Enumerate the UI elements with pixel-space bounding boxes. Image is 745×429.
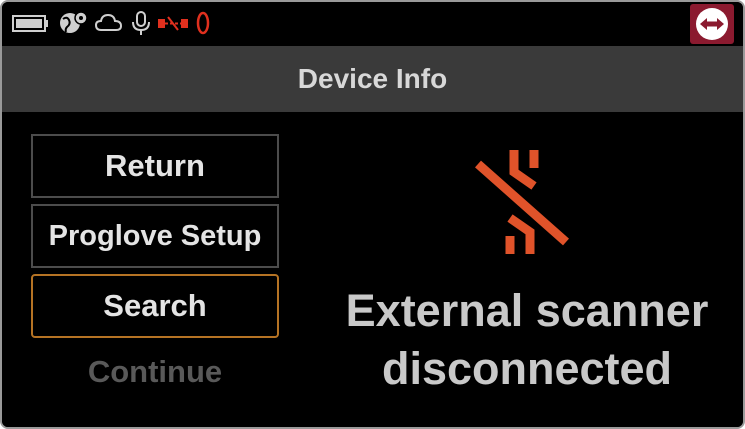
status-message: External scanner disconnected [292,282,743,398]
page-title: Device Info [297,63,448,94]
status-message-line2: disconnected [381,343,673,394]
proglove-setup-button[interactable]: Proglove Setup [31,204,279,268]
battery-icon [12,15,48,32]
search-button[interactable]: Search [31,274,279,338]
ring-icon [196,11,210,35]
main-content: Return Proglove Setup Search Continue Ex… [2,112,743,427]
continue-button[interactable]: Continue [31,354,279,390]
microphone-icon [132,11,150,35]
status-message-line1: External scanner [345,285,709,336]
status-bar [2,2,743,46]
device-screen: Device Info Return Proglove Setup Search… [0,0,745,429]
disconnected-icon [475,150,569,254]
header-bar: Device Info [2,46,743,112]
cloud-icon [94,13,123,31]
scanner-link-icon [158,16,188,31]
globe-icon [60,11,88,33]
return-button[interactable]: Return [31,134,279,198]
teamviewer-icon[interactable] [690,4,734,44]
